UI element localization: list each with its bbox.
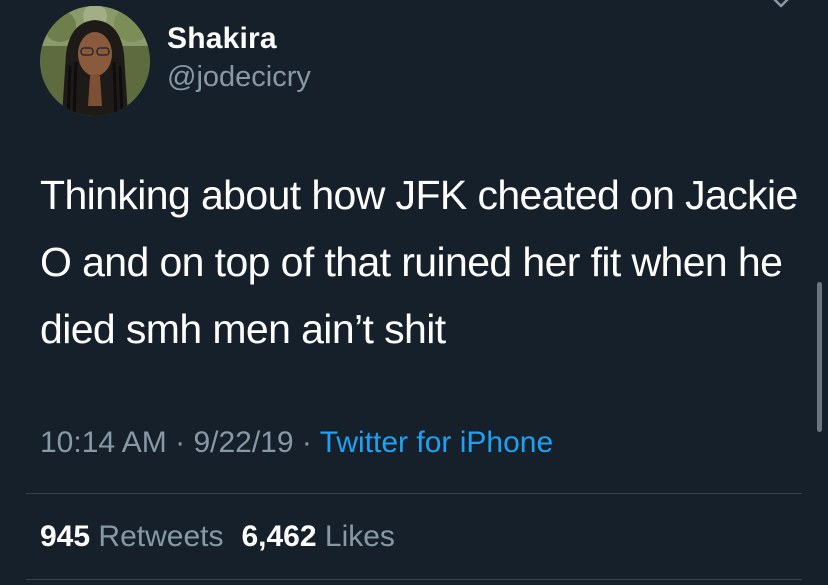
retweets-label: Retweets: [98, 520, 224, 553]
divider: [26, 493, 802, 494]
tweet-date[interactable]: 9/22/19: [193, 426, 293, 459]
chevron-down-icon[interactable]: [764, 0, 798, 12]
tweet-text: Thinking about how JFK cheated on Jackie…: [40, 172, 798, 352]
scrollbar[interactable]: [817, 282, 822, 432]
tweet-metadata: 10:14 AM · 9/22/19 · Twitter for iPhone: [40, 426, 553, 460]
divider: [26, 579, 802, 580]
likes-label: Likes: [324, 520, 395, 553]
display-name[interactable]: Shakira: [167, 22, 277, 56]
meta-separator: ·: [301, 426, 312, 459]
likes-count: 6,462: [241, 520, 317, 553]
retweets-stat[interactable]: 945 Retweets: [40, 520, 223, 553]
meta-separator: ·: [175, 426, 186, 459]
retweets-count: 945: [40, 520, 91, 553]
avatar[interactable]: [40, 6, 150, 116]
likes-stat[interactable]: 6,462 Likes: [241, 520, 394, 553]
tweet-detail: Shakira @jodecicry Thinking about how JF…: [0, 0, 828, 585]
tweet-stats: 945 Retweets 6,462 Likes: [40, 520, 395, 554]
tweet-source-link[interactable]: Twitter for iPhone: [320, 426, 553, 459]
user-handle[interactable]: @jodecicry: [167, 61, 311, 94]
tweet-time[interactable]: 10:14 AM: [40, 426, 167, 459]
